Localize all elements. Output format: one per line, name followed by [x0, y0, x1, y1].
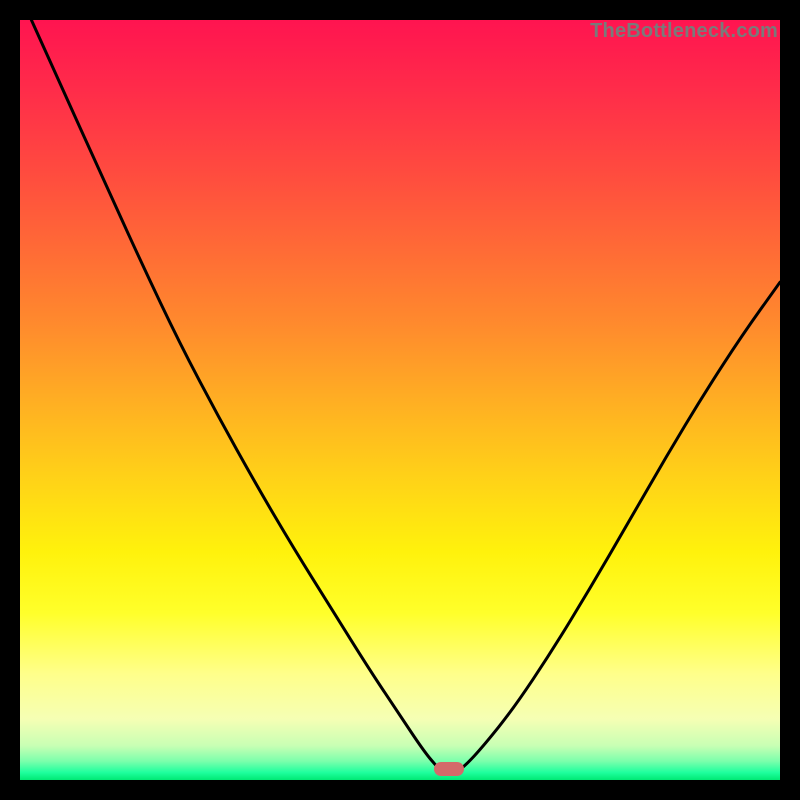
chart-frame: TheBottleneck.com — [0, 0, 800, 800]
bottleneck-curve — [20, 20, 780, 780]
optimal-marker — [434, 762, 464, 776]
plot-area: TheBottleneck.com — [20, 20, 780, 780]
